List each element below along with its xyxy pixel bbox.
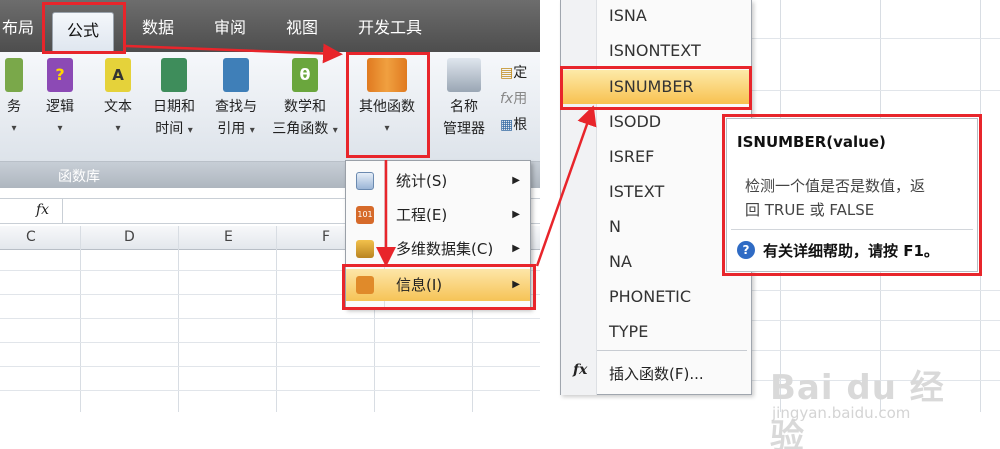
function-item-isref[interactable]: ISREF <box>609 147 654 166</box>
menu-separator <box>597 350 747 351</box>
logical-book-icon: ? <box>47 58 73 92</box>
logical-button[interactable]: ? 逻辑 ▾ <box>40 58 80 140</box>
fx-icon[interactable]: fx <box>36 202 49 218</box>
chevron-right-icon: ▶ <box>512 243 520 254</box>
tab-review[interactable]: 审阅 <box>214 10 246 46</box>
datetime-label-2: 时间 <box>155 121 184 137</box>
name-manager-label-1: 名称 <box>450 99 478 115</box>
calendar-book-icon <box>161 58 187 92</box>
menu-item-engineering[interactable]: 101 工程(E) ▶ <box>346 199 530 231</box>
list-gutter <box>561 0 597 395</box>
lookup-label-1: 查找与 <box>215 99 257 115</box>
datetime-label-1: 日期和 <box>153 99 195 115</box>
baidu-watermark: Bai du 经验 jingyan.baidu.com <box>770 360 970 449</box>
chart-icon <box>356 172 374 190</box>
engineering-book-icon: 101 <box>356 206 374 224</box>
logical-label: 逻辑 <box>46 99 74 115</box>
function-item-n[interactable]: N <box>609 217 621 236</box>
name-manager-label-2: 管理器 <box>443 121 485 137</box>
create-from-selection-button[interactable]: ▦根 <box>500 112 527 138</box>
financial-button[interactable]: 务 ▾ <box>2 58 26 140</box>
function-item-isna[interactable]: ISNA <box>609 6 647 25</box>
chevron-down-icon: ▾ <box>11 123 17 134</box>
highlight-box-formulas-tab <box>42 2 126 54</box>
highlight-box-tooltip <box>722 114 982 276</box>
function-item-type[interactable]: TYPE <box>609 322 648 341</box>
defined-names-group: ▤定 fx用 ▦根 <box>500 60 527 138</box>
chevron-down-icon: ▾ <box>187 125 193 136</box>
tab-layout[interactable]: 布局 <box>2 10 34 46</box>
function-item-isnontext[interactable]: ISNONTEXT <box>609 41 701 60</box>
lookup-button[interactable]: 查找与 引用 ▾ <box>208 58 264 142</box>
chevron-right-icon: ▶ <box>512 175 520 186</box>
chevron-down-icon: ▾ <box>249 125 255 136</box>
menu-item-statistical[interactable]: 统计(S) ▶ <box>346 165 530 197</box>
cube-icon <box>356 240 374 258</box>
financial-label: 务 <box>7 99 21 115</box>
name-manager-button[interactable]: 名称 管理器 <box>438 58 490 140</box>
datetime-button[interactable]: 日期和 时间 ▾ <box>148 58 200 142</box>
math-button[interactable]: θ 数学和 三角函数 ▾ <box>268 58 342 142</box>
function-item-istext[interactable]: ISTEXT <box>609 182 664 201</box>
menu-item-label: 工程(E) <box>396 206 448 224</box>
use-in-formula-label: 用 <box>513 91 528 107</box>
chevron-down-icon: ▾ <box>57 123 63 134</box>
math-label-1: 数学和 <box>284 99 326 115</box>
tab-view[interactable]: 视图 <box>286 10 318 46</box>
ribbon-panel: 务 ▾ ? 逻辑 ▾ A 文本 ▾ 日期和 时间 ▾ 查找与 引用 ▾ θ 数学… <box>0 52 540 162</box>
tab-developer[interactable]: 开发工具 <box>358 10 422 46</box>
menu-item-cube[interactable]: 多维数据集(C) ▶ <box>346 233 530 265</box>
text-button[interactable]: A 文本 ▾ <box>98 58 138 140</box>
create-from-selection-label: 根 <box>513 117 528 133</box>
magnifier-book-icon <box>223 58 249 92</box>
formula-bar-divider <box>62 199 63 223</box>
chevron-down-icon: ▾ <box>115 123 121 134</box>
highlight-box-isnumber <box>560 66 752 110</box>
column-header-e[interactable]: E <box>224 229 233 245</box>
define-name-label: 定 <box>513 65 528 81</box>
tab-data[interactable]: 数据 <box>142 10 174 46</box>
text-book-icon: A <box>105 58 131 92</box>
text-label: 文本 <box>104 99 132 115</box>
chevron-down-icon: ▾ <box>332 125 338 136</box>
insert-function-button[interactable]: fx 插入函数(F)... <box>561 356 751 390</box>
fx-icon: fx <box>573 362 588 378</box>
highlight-box-information-item <box>342 264 536 310</box>
chevron-right-icon: ▶ <box>512 209 520 220</box>
lookup-label-2: 引用 <box>217 121 246 137</box>
group-label-text: 函数库 <box>58 169 100 185</box>
menu-item-label: 多维数据集(C) <box>396 240 494 258</box>
function-item-isodd[interactable]: ISODD <box>609 112 661 131</box>
name-manager-icon <box>447 58 481 92</box>
insert-function-label: 插入函数(F)... <box>609 365 704 383</box>
use-in-formula-button[interactable]: fx用 <box>500 86 527 112</box>
highlight-box-more-functions <box>346 52 430 158</box>
column-header-f[interactable]: F <box>322 229 330 245</box>
column-header-d[interactable]: D <box>124 229 135 245</box>
column-header-c[interactable]: C <box>26 229 36 245</box>
book-icon <box>5 58 23 92</box>
menu-item-label: 统计(S) <box>396 172 448 190</box>
excel-window: 布局 公式 数据 审阅 视图 开发工具 务 ▾ ? 逻辑 ▾ A 文本 ▾ 日期… <box>0 0 540 412</box>
define-name-button[interactable]: ▤定 <box>500 60 527 86</box>
function-item-phonetic[interactable]: PHONETIC <box>609 287 691 306</box>
math-label-2: 三角函数 <box>272 121 329 137</box>
function-item-na[interactable]: NA <box>609 252 632 271</box>
theta-book-icon: θ <box>292 58 318 92</box>
watermark-url-text: jingyan.baidu.com <box>772 404 911 422</box>
